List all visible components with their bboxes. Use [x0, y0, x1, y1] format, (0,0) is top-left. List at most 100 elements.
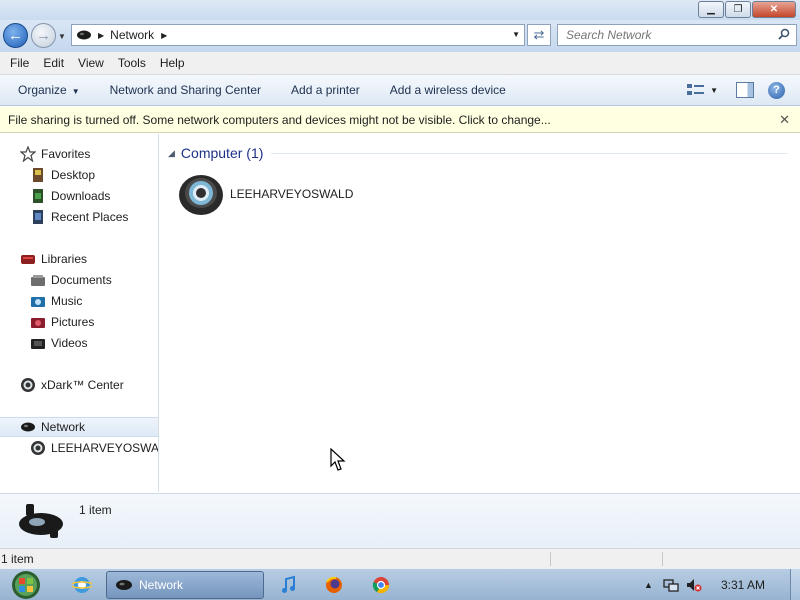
nav-pictures[interactable]: Pictures [30, 312, 94, 332]
help-icon[interactable]: ? [768, 81, 785, 99]
group-header-computer[interactable]: ◢ Computer (1) [168, 145, 788, 161]
menu-file[interactable]: File [0, 56, 36, 70]
nav-libraries-label: Libraries [41, 252, 88, 266]
command-bar-right: ▼ ? [686, 75, 800, 105]
desktop-icon [33, 168, 43, 182]
taskbar-window-label: Network [139, 578, 184, 592]
nav-pictures-label: Pictures [51, 315, 95, 329]
firefox-icon[interactable] [322, 573, 346, 597]
status-bar: 1 item [0, 548, 800, 568]
menu-edit[interactable]: Edit [36, 56, 71, 70]
nav-network[interactable]: Network [0, 417, 158, 437]
nav-documents[interactable]: Documents [30, 270, 112, 290]
videos-icon [31, 339, 45, 349]
show-desktop-button[interactable] [790, 569, 800, 600]
nav-documents-label: Documents [51, 273, 112, 287]
nav-downloads[interactable]: Downloads [30, 186, 110, 206]
nav-favorites[interactable]: Favorites [20, 144, 90, 164]
nav-desktop-label: Desktop [51, 168, 96, 182]
add-wireless-device-button[interactable]: Add a wireless device [375, 83, 521, 97]
menu-help[interactable]: Help [153, 56, 192, 70]
nav-music-label: Music [51, 294, 83, 308]
nav-xdark-center[interactable]: xDark™ Center [20, 375, 124, 395]
group-divider [271, 152, 788, 154]
music-icon [31, 297, 45, 307]
details-pane: 1 item [0, 493, 800, 548]
back-button[interactable]: ← [3, 23, 28, 48]
minimize-button[interactable]: ▁ [698, 1, 724, 18]
nav-network-label: Network [41, 420, 86, 434]
title-bar: ▁ ❐ ✕ [0, 0, 800, 20]
downloads-icon [33, 189, 43, 203]
organize-label: Organize [18, 83, 67, 97]
close-button[interactable]: ✕ [752, 1, 796, 18]
search-input[interactable] [558, 25, 758, 45]
taskbar-window-network[interactable]: Network [106, 571, 264, 599]
address-location[interactable]: Network [110, 28, 154, 42]
search-box[interactable] [557, 24, 797, 46]
refresh-button[interactable]: ⇄ [527, 24, 551, 46]
add-printer-button[interactable]: Add a printer [276, 83, 375, 97]
recent-places-icon [33, 210, 43, 224]
network-icon [21, 422, 35, 432]
infobar-message[interactable]: File sharing is turned off. Some network… [8, 113, 551, 127]
window-controls: ▁ ❐ ✕ [697, 1, 796, 18]
chevron-down-icon: ▼ [71, 87, 80, 96]
libraries-icon [21, 255, 35, 264]
clock[interactable]: 3:31 AM [721, 578, 765, 592]
nav-computer[interactable]: LEEHARVEYOSWALD [30, 438, 158, 458]
preview-pane-icon[interactable] [736, 82, 754, 98]
computer-item[interactable]: LEEHARVEYOSWALD [178, 172, 353, 216]
network-icon [77, 30, 91, 40]
content-area: ◢ Computer (1) LEEHARVEYOSWALD [160, 134, 800, 492]
details-item-count: 1 item [79, 503, 112, 517]
documents-icon [31, 275, 45, 286]
mouse-cursor-icon [330, 448, 346, 471]
forward-button[interactable]: → [31, 23, 56, 48]
taskbar: Network ▲ 3:31 AM [0, 568, 800, 600]
collapse-triangle-icon[interactable]: ◢ [168, 148, 175, 159]
close-icon[interactable]: ✕ [779, 112, 790, 128]
show-hidden-icons-icon[interactable]: ▲ [644, 580, 653, 590]
nav-libraries[interactable]: Libraries [20, 249, 87, 269]
network-icon [116, 580, 132, 590]
chevron-right-icon[interactable]: ▶ [98, 31, 104, 40]
nav-favorites-label: Favorites [41, 147, 91, 161]
xdark-center-icon [21, 378, 35, 392]
sharing-center-button[interactable]: Network and Sharing Center [95, 83, 276, 97]
chrome-icon[interactable] [369, 573, 393, 597]
nav-music[interactable]: Music [30, 291, 82, 311]
status-divider [550, 552, 551, 566]
nav-videos-label: Videos [51, 336, 88, 350]
menu-view[interactable]: View [71, 56, 111, 70]
search-icon[interactable] [778, 28, 790, 40]
start-button-icon[interactable] [6, 570, 46, 600]
address-bar[interactable]: ▶ Network ▶ ▼ [71, 24, 525, 46]
recent-pages-dropdown[interactable]: ▼ [58, 32, 66, 41]
organize-button[interactable]: Organize ▼ [0, 83, 95, 97]
computer-name[interactable]: LEEHARVEYOSWALD [230, 187, 353, 201]
chevron-down-icon[interactable]: ▼ [710, 86, 718, 95]
nav-videos[interactable]: Videos [30, 333, 87, 353]
itunes-icon[interactable] [277, 573, 301, 597]
computer-icon [179, 175, 223, 215]
network-icon [19, 504, 63, 538]
network-status-icon[interactable] [663, 577, 679, 593]
computer-icon [31, 441, 45, 455]
change-view-icon[interactable] [686, 82, 706, 98]
chevron-right-icon[interactable]: ▶ [161, 31, 167, 40]
chevron-down-icon[interactable]: ▼ [512, 30, 520, 39]
nav-recent-places[interactable]: Recent Places [30, 207, 128, 227]
volume-muted-icon[interactable] [686, 577, 702, 593]
nav-desktop[interactable]: Desktop [30, 165, 95, 185]
address-row: ← → ▼ ▶ Network ▶ ▼ ⇄ [0, 20, 800, 52]
file-sharing-infobar[interactable]: File sharing is turned off. Some network… [0, 107, 800, 133]
group-title[interactable]: Computer (1) [181, 145, 263, 161]
nav-downloads-label: Downloads [51, 189, 111, 203]
status-divider [662, 552, 663, 566]
internet-explorer-icon[interactable] [70, 573, 94, 597]
maximize-button[interactable]: ❐ [725, 1, 751, 18]
navigation-pane: Favorites Desktop Downloads Recent Place… [0, 134, 159, 492]
pictures-icon [31, 318, 45, 328]
menu-tools[interactable]: Tools [111, 56, 153, 70]
